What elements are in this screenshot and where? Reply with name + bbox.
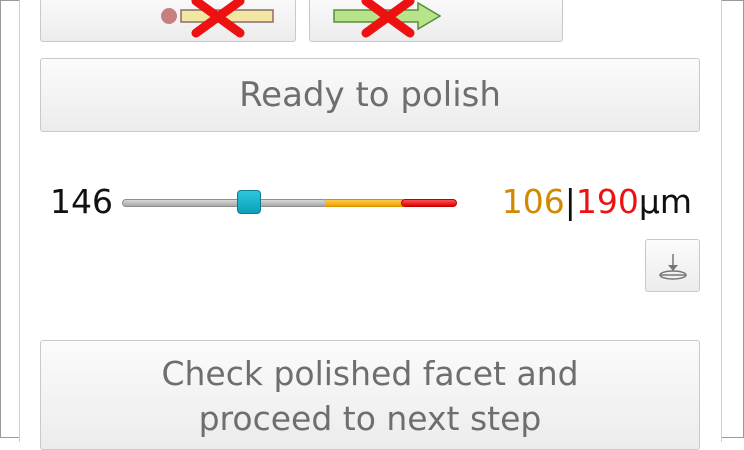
danger-limit-value: 190	[575, 182, 639, 221]
slider-handle[interactable]	[237, 190, 261, 214]
ready-to-polish-label: Ready to polish	[239, 75, 501, 115]
limit-separator: |	[564, 182, 576, 221]
warning-limit-value: 106	[501, 182, 565, 221]
remove-start-arrow-icon	[161, 0, 274, 38]
remove-forward-step-button[interactable]	[309, 0, 563, 42]
remove-forward-arrow-icon	[333, 0, 442, 38]
check-facet-next-step-button[interactable]: Check polished facet and proceed to next…	[40, 340, 700, 450]
slider-danger-range	[401, 199, 457, 207]
ready-to-polish-button[interactable]: Ready to polish	[40, 58, 700, 132]
check-facet-line-2: proceed to next step	[198, 399, 542, 438]
check-facet-next-step-label: Check polished facet and proceed to next…	[161, 351, 578, 441]
thickness-limits: 106|190µm	[502, 182, 692, 221]
drop-down-tool-button[interactable]	[645, 239, 700, 292]
thickness-slider[interactable]	[122, 190, 458, 218]
drop-down-tool-icon	[659, 254, 687, 280]
current-thickness-value: 146	[50, 182, 113, 221]
slider-warning-range	[325, 199, 403, 207]
check-facet-line-1: Check polished facet and	[161, 354, 579, 393]
slider-normal-range	[122, 199, 327, 207]
thickness-unit: µm	[638, 182, 692, 221]
remove-start-step-button[interactable]	[40, 0, 296, 42]
